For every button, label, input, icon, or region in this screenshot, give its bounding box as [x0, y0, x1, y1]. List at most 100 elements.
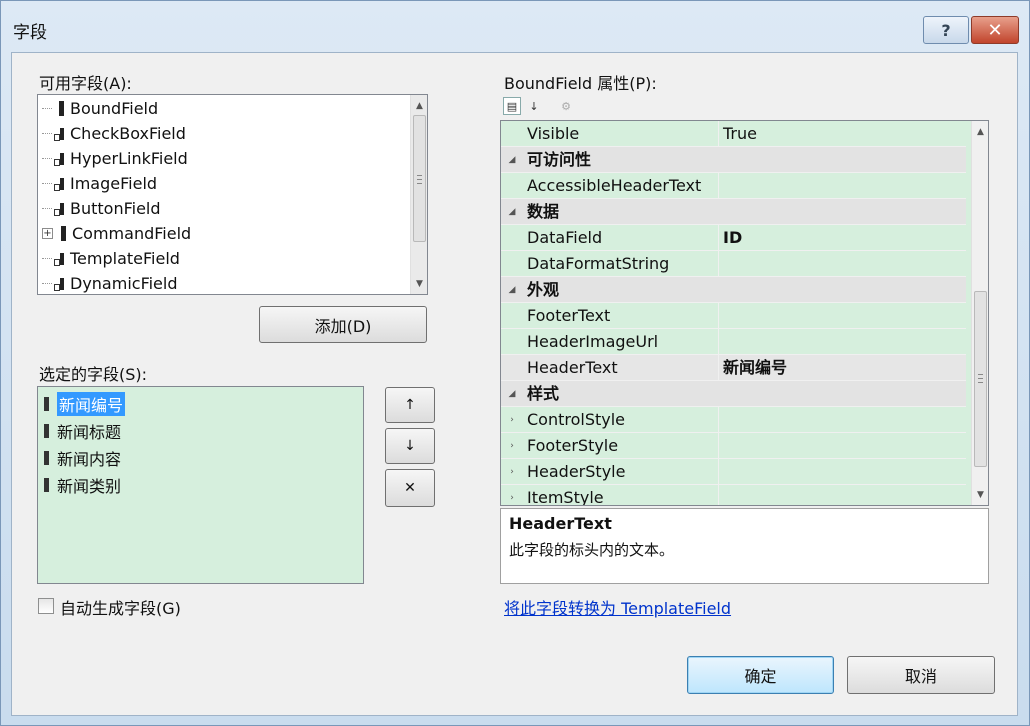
- available-field-label: CommandField: [72, 224, 192, 243]
- collapse-icon[interactable]: ◢: [501, 147, 523, 173]
- property-name: HeaderImageUrl: [527, 329, 719, 355]
- field-icon: [54, 276, 64, 291]
- available-field-item[interactable]: CheckBoxField: [42, 121, 186, 146]
- remove-field-button[interactable]: ✕: [385, 469, 435, 507]
- selected-fields-list[interactable]: 新闻编号 新闻标题新闻内容新闻类别: [37, 386, 364, 584]
- available-field-item[interactable]: HyperLinkField: [42, 146, 188, 171]
- title-bar: 字段 ? ✕: [1, 1, 1029, 53]
- property-name: HeaderText: [527, 355, 719, 381]
- prop-scroll-up-icon[interactable]: ▲: [972, 123, 988, 140]
- collapse-icon[interactable]: ◢: [501, 199, 523, 225]
- prop-scroll-down-icon[interactable]: ▼: [972, 486, 988, 503]
- expand-icon[interactable]: ›: [501, 407, 523, 433]
- property-row[interactable]: DataField ID: [501, 225, 966, 251]
- property-value[interactable]: True: [723, 121, 757, 147]
- property-scrollbar[interactable]: ▲ ▼: [971, 121, 988, 505]
- available-scrollbar[interactable]: ▲ ▼: [410, 95, 427, 294]
- tree-line: [42, 208, 52, 209]
- property-category[interactable]: ◢ 外观: [501, 277, 966, 303]
- gutter: [501, 251, 523, 277]
- property-row[interactable]: DataFormatString: [501, 251, 966, 277]
- property-row[interactable]: › FooterStyle: [501, 433, 966, 459]
- scroll-down-arrow-icon[interactable]: ▼: [411, 275, 428, 292]
- add-field-button[interactable]: 添加(D): [259, 306, 427, 343]
- selected-field-item[interactable]: 新闻编号: [44, 391, 126, 416]
- property-category[interactable]: ◢ 样式: [501, 381, 966, 407]
- description-title: HeaderText: [509, 514, 612, 533]
- dialog-title: 字段: [13, 23, 47, 43]
- close-button[interactable]: ✕: [971, 16, 1019, 44]
- field-icon: [44, 396, 49, 411]
- property-name: AccessibleHeaderText: [527, 173, 719, 199]
- help-button[interactable]: ?: [923, 16, 969, 44]
- convert-to-template-link[interactable]: 将此字段转换为 TemplateField: [504, 595, 731, 619]
- expand-icon[interactable]: ›: [501, 485, 523, 505]
- selected-field-item[interactable]: 新闻内容: [44, 445, 121, 470]
- move-up-button[interactable]: ↑: [385, 387, 435, 423]
- property-description-box: HeaderText 此字段的标头内的文本。: [500, 508, 989, 584]
- selected-field-label: 新闻内容: [57, 449, 122, 469]
- available-field-label: HyperLinkField: [70, 149, 188, 168]
- grip-icon: [417, 175, 422, 184]
- property-row[interactable]: FooterText: [501, 303, 966, 329]
- field-icon: [44, 423, 49, 438]
- property-row[interactable]: › ItemStyle: [501, 485, 966, 505]
- property-name: HeaderStyle: [527, 459, 719, 485]
- available-field-label: BoundField: [70, 99, 159, 118]
- category-name: 外观: [527, 280, 560, 299]
- property-category[interactable]: ◢ 数据: [501, 199, 966, 225]
- dialog-client-area: 可用字段(A): BoundField CheckBoxField HyperLin…: [11, 52, 1018, 716]
- auto-generate-checkbox[interactable]: [38, 598, 54, 614]
- scroll-up-arrow-icon[interactable]: ▲: [411, 97, 428, 114]
- alphabetical-sort-icon[interactable]: ↓: [525, 97, 543, 115]
- field-icon: [44, 477, 49, 492]
- property-name: FooterText: [527, 303, 719, 329]
- selected-field-item[interactable]: 新闻标题: [44, 418, 121, 443]
- field-icon: [54, 201, 64, 216]
- available-field-item[interactable]: BoundField: [42, 96, 158, 121]
- property-grid[interactable]: Visible True ◢ 可访问性 AccessibleHeaderText ◢ 数据 D…: [500, 120, 989, 506]
- collapse-icon[interactable]: ◢: [501, 277, 523, 303]
- available-field-item[interactable]: ImageField: [42, 171, 157, 196]
- expand-icon[interactable]: ›: [501, 459, 523, 485]
- expand-icon[interactable]: +: [42, 228, 53, 239]
- tree-line: [42, 283, 52, 284]
- move-down-button[interactable]: ↓: [385, 428, 435, 464]
- field-icon: [54, 101, 64, 116]
- property-pages-icon[interactable]: ⚙: [557, 97, 575, 115]
- expand-icon[interactable]: ›: [501, 433, 523, 459]
- available-fields-tree[interactable]: BoundField CheckBoxField HyperLinkField Ima…: [37, 94, 428, 295]
- property-row[interactable]: Visible True: [501, 121, 966, 147]
- available-field-item[interactable]: + CommandField: [42, 221, 191, 246]
- gutter: [501, 329, 523, 355]
- property-value[interactable]: 新闻编号: [723, 355, 787, 381]
- field-icon: [54, 126, 64, 141]
- property-row[interactable]: AccessibleHeaderText: [501, 173, 966, 199]
- available-fields-label: 可用字段(A):: [39, 74, 132, 93]
- selected-field-item[interactable]: 新闻类别: [44, 472, 121, 497]
- available-field-item[interactable]: DynamicField: [42, 271, 178, 296]
- available-field-item[interactable]: ButtonField: [42, 196, 161, 221]
- field-icon: [54, 151, 64, 166]
- property-name: Visible: [527, 121, 719, 147]
- property-row[interactable]: › ControlStyle: [501, 407, 966, 433]
- scroll-thumb[interactable]: [413, 115, 426, 242]
- property-row[interactable]: HeaderImageUrl: [501, 329, 966, 355]
- gutter: [501, 355, 523, 381]
- categorized-icon[interactable]: ▤: [503, 97, 521, 115]
- selected-fields-label: 选定的字段(S):: [39, 365, 148, 384]
- property-value[interactable]: ID: [723, 225, 742, 251]
- property-row[interactable]: HeaderText 新闻编号: [501, 355, 966, 381]
- gutter: [501, 303, 523, 329]
- available-field-item[interactable]: TemplateField: [42, 246, 180, 271]
- available-field-label: DynamicField: [70, 274, 178, 293]
- tree-line: [42, 108, 52, 109]
- prop-scroll-thumb[interactable]: [974, 291, 987, 467]
- description-text: 此字段的标头内的文本。: [509, 541, 675, 559]
- collapse-icon[interactable]: ◢: [501, 381, 523, 407]
- gutter: [501, 173, 523, 199]
- cancel-button[interactable]: 取消: [847, 656, 995, 694]
- property-category[interactable]: ◢ 可访问性: [501, 147, 966, 173]
- property-row[interactable]: › HeaderStyle: [501, 459, 966, 485]
- ok-button[interactable]: 确定: [687, 656, 834, 694]
